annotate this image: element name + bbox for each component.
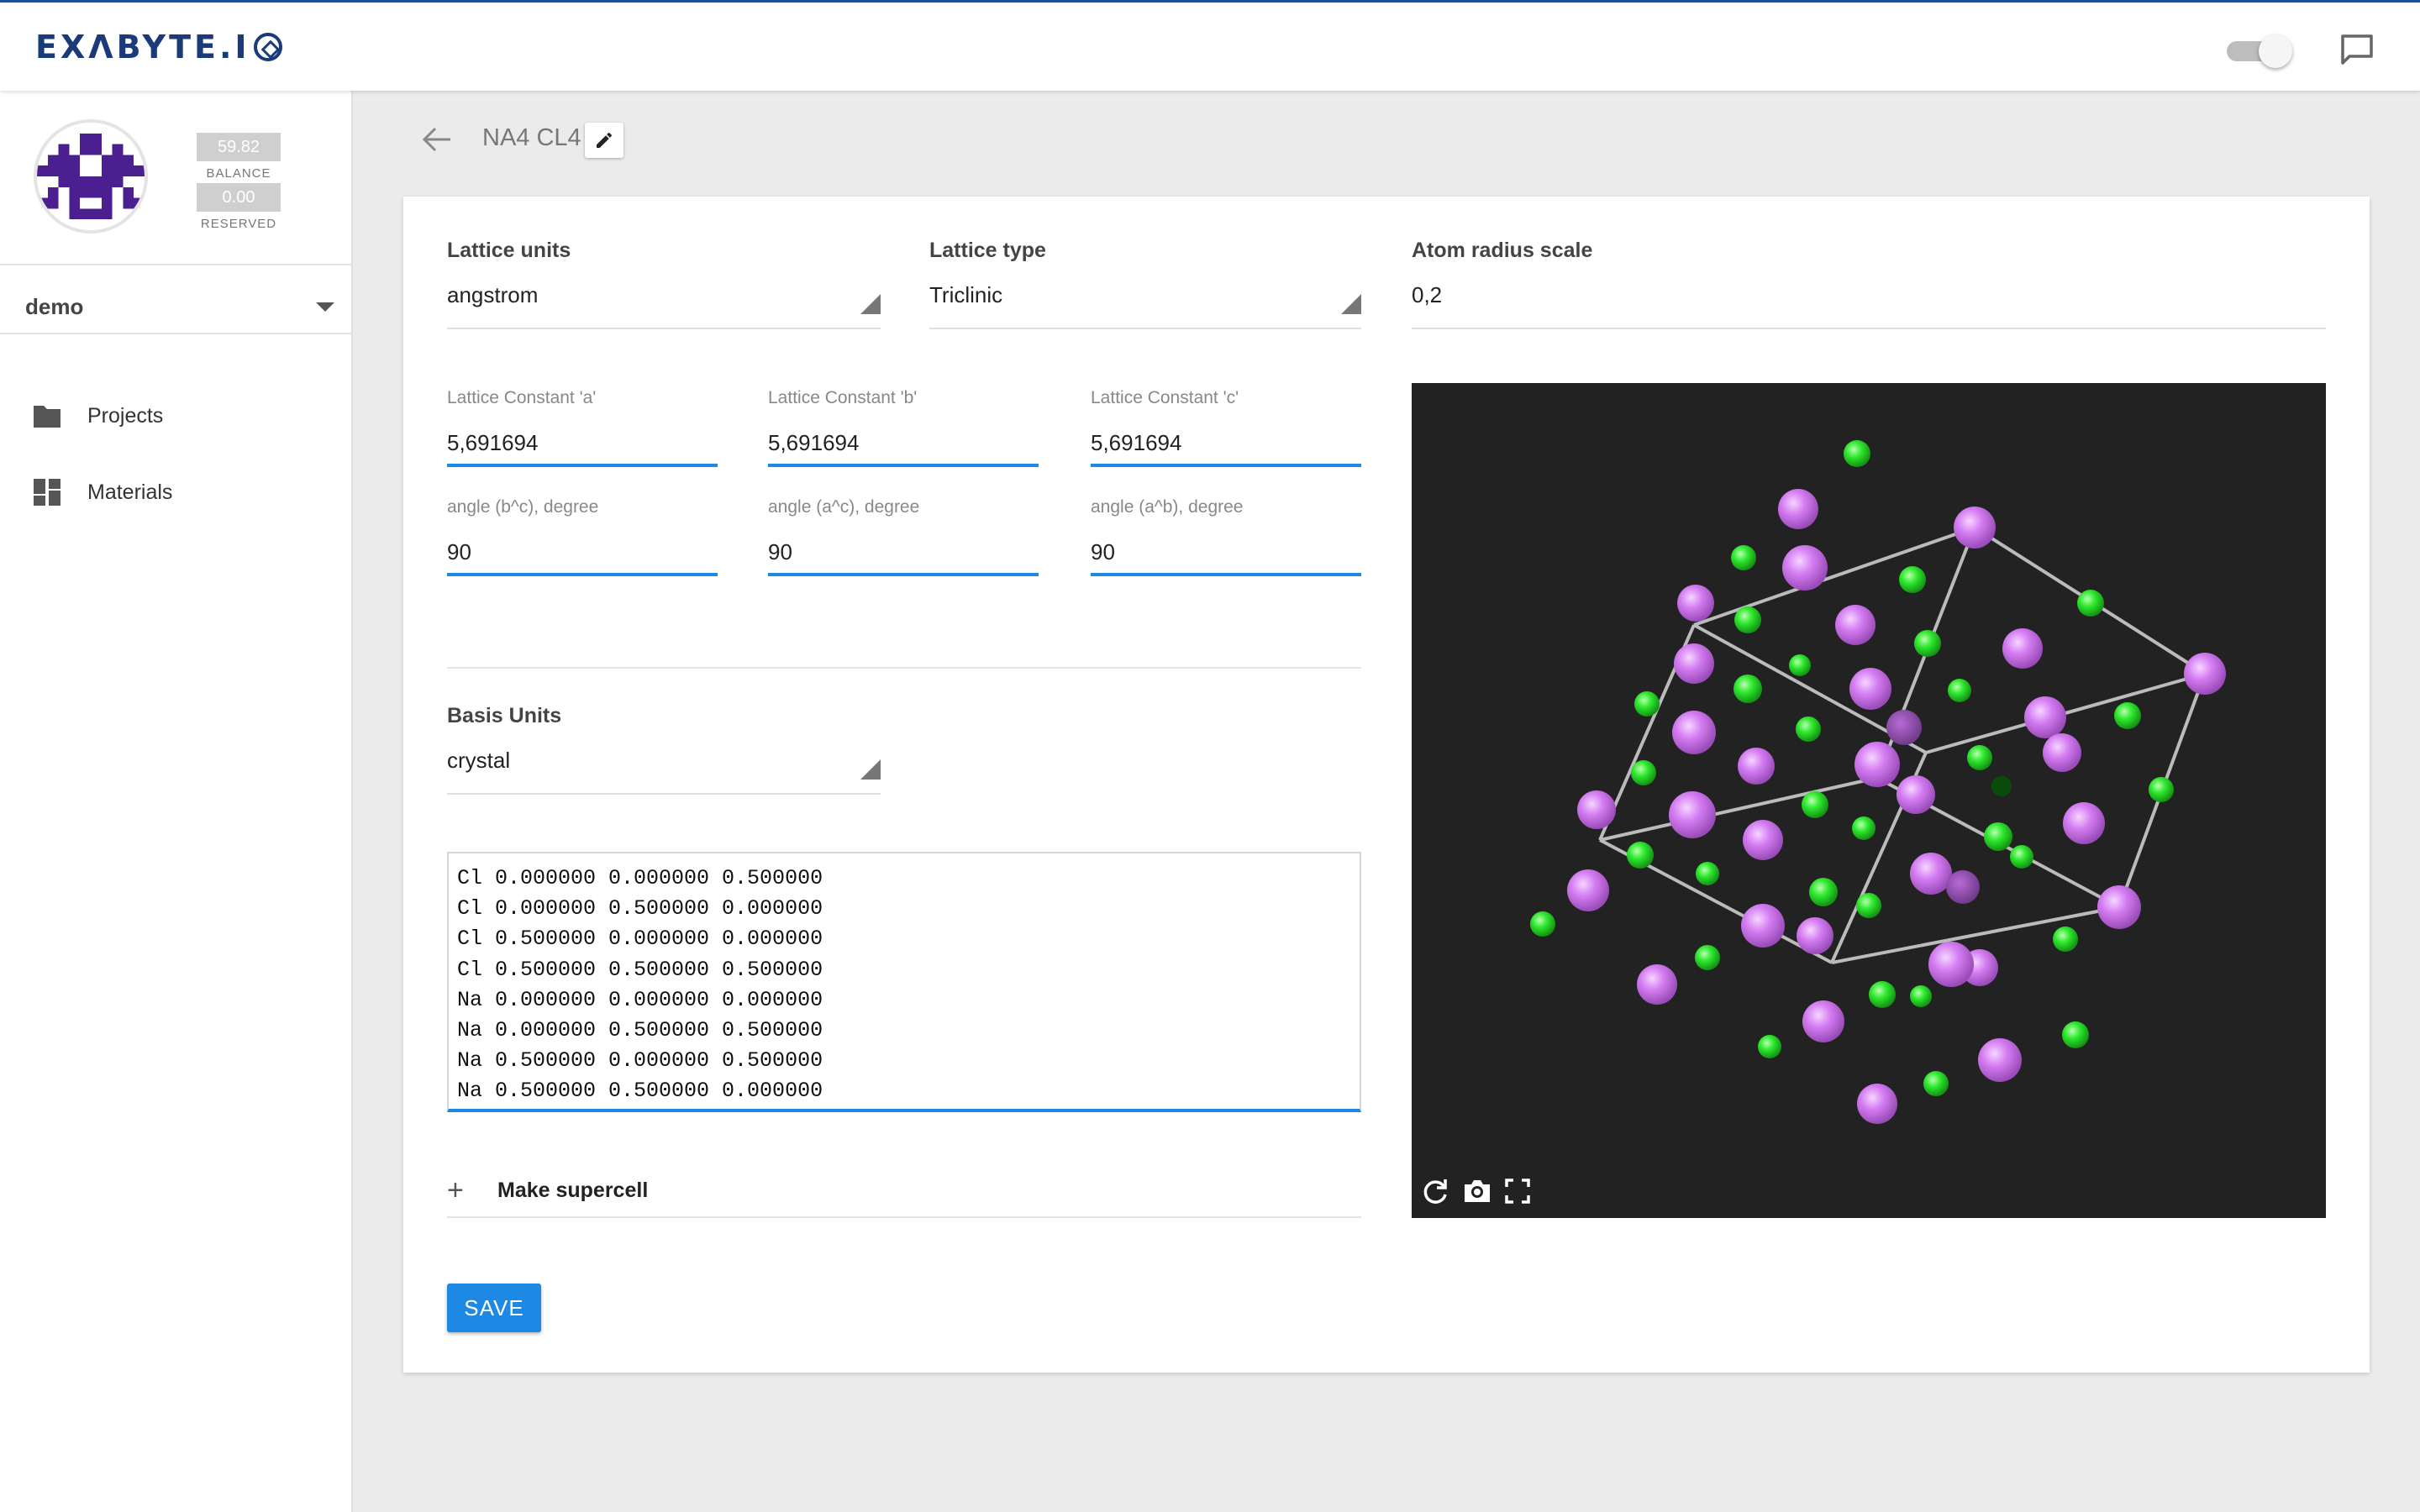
fullscreen-icon[interactable]	[1502, 1176, 1533, 1206]
angle-ab-value: 90	[1091, 539, 1115, 564]
lattice-constant-a-value: 5,691694	[447, 430, 539, 455]
edit-title-button[interactable]	[585, 123, 623, 158]
logo-text: EXΛBYTE.I	[35, 29, 250, 66]
save-button[interactable]: SAVE	[447, 1284, 541, 1332]
reserved-label: RESERVED	[200, 217, 277, 231]
folder-icon	[34, 406, 60, 428]
lattice-constant-b-label: Lattice Constant 'b'	[768, 388, 918, 407]
lattice-constant-c-value: 5,691694	[1091, 430, 1182, 455]
lattice-constant-b-input[interactable]: 5,691694	[768, 428, 1039, 467]
section-divider	[447, 667, 1361, 669]
atom-radius-input[interactable]: 0,2	[1412, 276, 2326, 329]
basis-units-value: crystal	[447, 748, 511, 773]
dropdown-arrow-icon	[1341, 294, 1361, 314]
lattice-constant-a-label: Lattice Constant 'a'	[447, 388, 597, 407]
angle-ac-input[interactable]: 90	[768, 538, 1039, 576]
make-supercell-toggle[interactable]: + Make supercell	[447, 1164, 1361, 1218]
camera-icon[interactable]	[1462, 1176, 1492, 1206]
angle-bc-input[interactable]: 90	[447, 538, 718, 576]
lattice-units-select[interactable]: angstrom	[447, 276, 881, 329]
dropdown-arrow-icon	[860, 294, 881, 314]
chevron-down-icon	[316, 302, 334, 312]
balance-label: BALANCE	[206, 166, 271, 181]
crystal-scene	[1530, 440, 2226, 1124]
page-title: NA4 CL4	[482, 124, 581, 151]
toggle-switch-icon[interactable]	[2227, 34, 2292, 68]
account-selector[interactable]: demo	[25, 286, 336, 328]
angle-ab-input[interactable]: 90	[1091, 538, 1361, 576]
chat-bubble-icon[interactable]	[2339, 33, 2375, 66]
angle-bc-value: 90	[447, 539, 471, 564]
lattice-constant-b-value: 5,691694	[768, 430, 860, 455]
sidebar-item-label: Projects	[87, 403, 164, 428]
make-supercell-label: Make supercell	[497, 1178, 649, 1202]
angle-bc-label: angle (b^c), degree	[447, 497, 599, 517]
angle-ab-label: angle (a^b), degree	[1091, 497, 1244, 517]
sidebar-item-materials[interactable]: Materials	[32, 471, 172, 513]
avatar[interactable]	[34, 119, 148, 234]
basis-units-label: Basis Units	[447, 704, 562, 727]
lattice-type-label: Lattice type	[929, 239, 1046, 262]
sidebar-item-label: Materials	[87, 480, 173, 504]
dropdown-arrow-icon	[860, 759, 881, 780]
lattice-units-label: Lattice units	[447, 239, 571, 262]
sidebar-divider	[0, 264, 353, 265]
lattice-constant-c-label: Lattice Constant 'c'	[1091, 388, 1239, 407]
sidebar: 59.82 BALANCE 0.00 RESERVED demo Project…	[0, 91, 353, 1512]
angle-ac-label: angle (a^c), degree	[768, 497, 920, 517]
avatar-identicon	[37, 123, 145, 230]
lattice-type-value: Triclinic	[929, 282, 1003, 307]
sidebar-divider	[0, 333, 353, 334]
basis-editor-textarea[interactable]: Cl 0.000000 0.000000 0.500000 Cl 0.00000…	[447, 852, 1361, 1112]
material-editor-card: Lattice units angstrom Lattice type Tric…	[403, 197, 2370, 1373]
balance-value: 59.82	[197, 133, 281, 161]
back-arrow-icon[interactable]	[420, 124, 454, 155]
sidebar-item-projects[interactable]: Projects	[32, 395, 163, 437]
logo-ball-icon	[253, 33, 282, 61]
atoms	[1530, 440, 2226, 1124]
toggle-thumb	[2259, 34, 2292, 68]
lattice-constant-a-input[interactable]: 5,691694	[447, 428, 718, 467]
reserved-value: 0.00	[197, 183, 281, 212]
exabyte-logo[interactable]: EXΛBYTE.I	[35, 26, 282, 68]
plus-icon: +	[447, 1173, 464, 1206]
pencil-icon	[597, 132, 613, 148]
lattice-units-value: angstrom	[447, 282, 539, 307]
rotate-icon[interactable]	[1420, 1176, 1450, 1206]
lattice-type-select[interactable]: Triclinic	[929, 276, 1361, 329]
structure-viewer[interactable]	[1412, 383, 2326, 1218]
lattice-constant-c-input[interactable]: 5,691694	[1091, 428, 1361, 467]
dashboard-icon	[34, 479, 60, 506]
atom-radius-label: Atom radius scale	[1412, 239, 1593, 262]
angle-ac-value: 90	[768, 539, 792, 564]
basis-units-select[interactable]: crystal	[447, 741, 881, 795]
top-bar: EXΛBYTE.I	[0, 0, 2420, 91]
atom-radius-value: 0,2	[1412, 282, 1443, 307]
account-name: demo	[25, 293, 84, 319]
